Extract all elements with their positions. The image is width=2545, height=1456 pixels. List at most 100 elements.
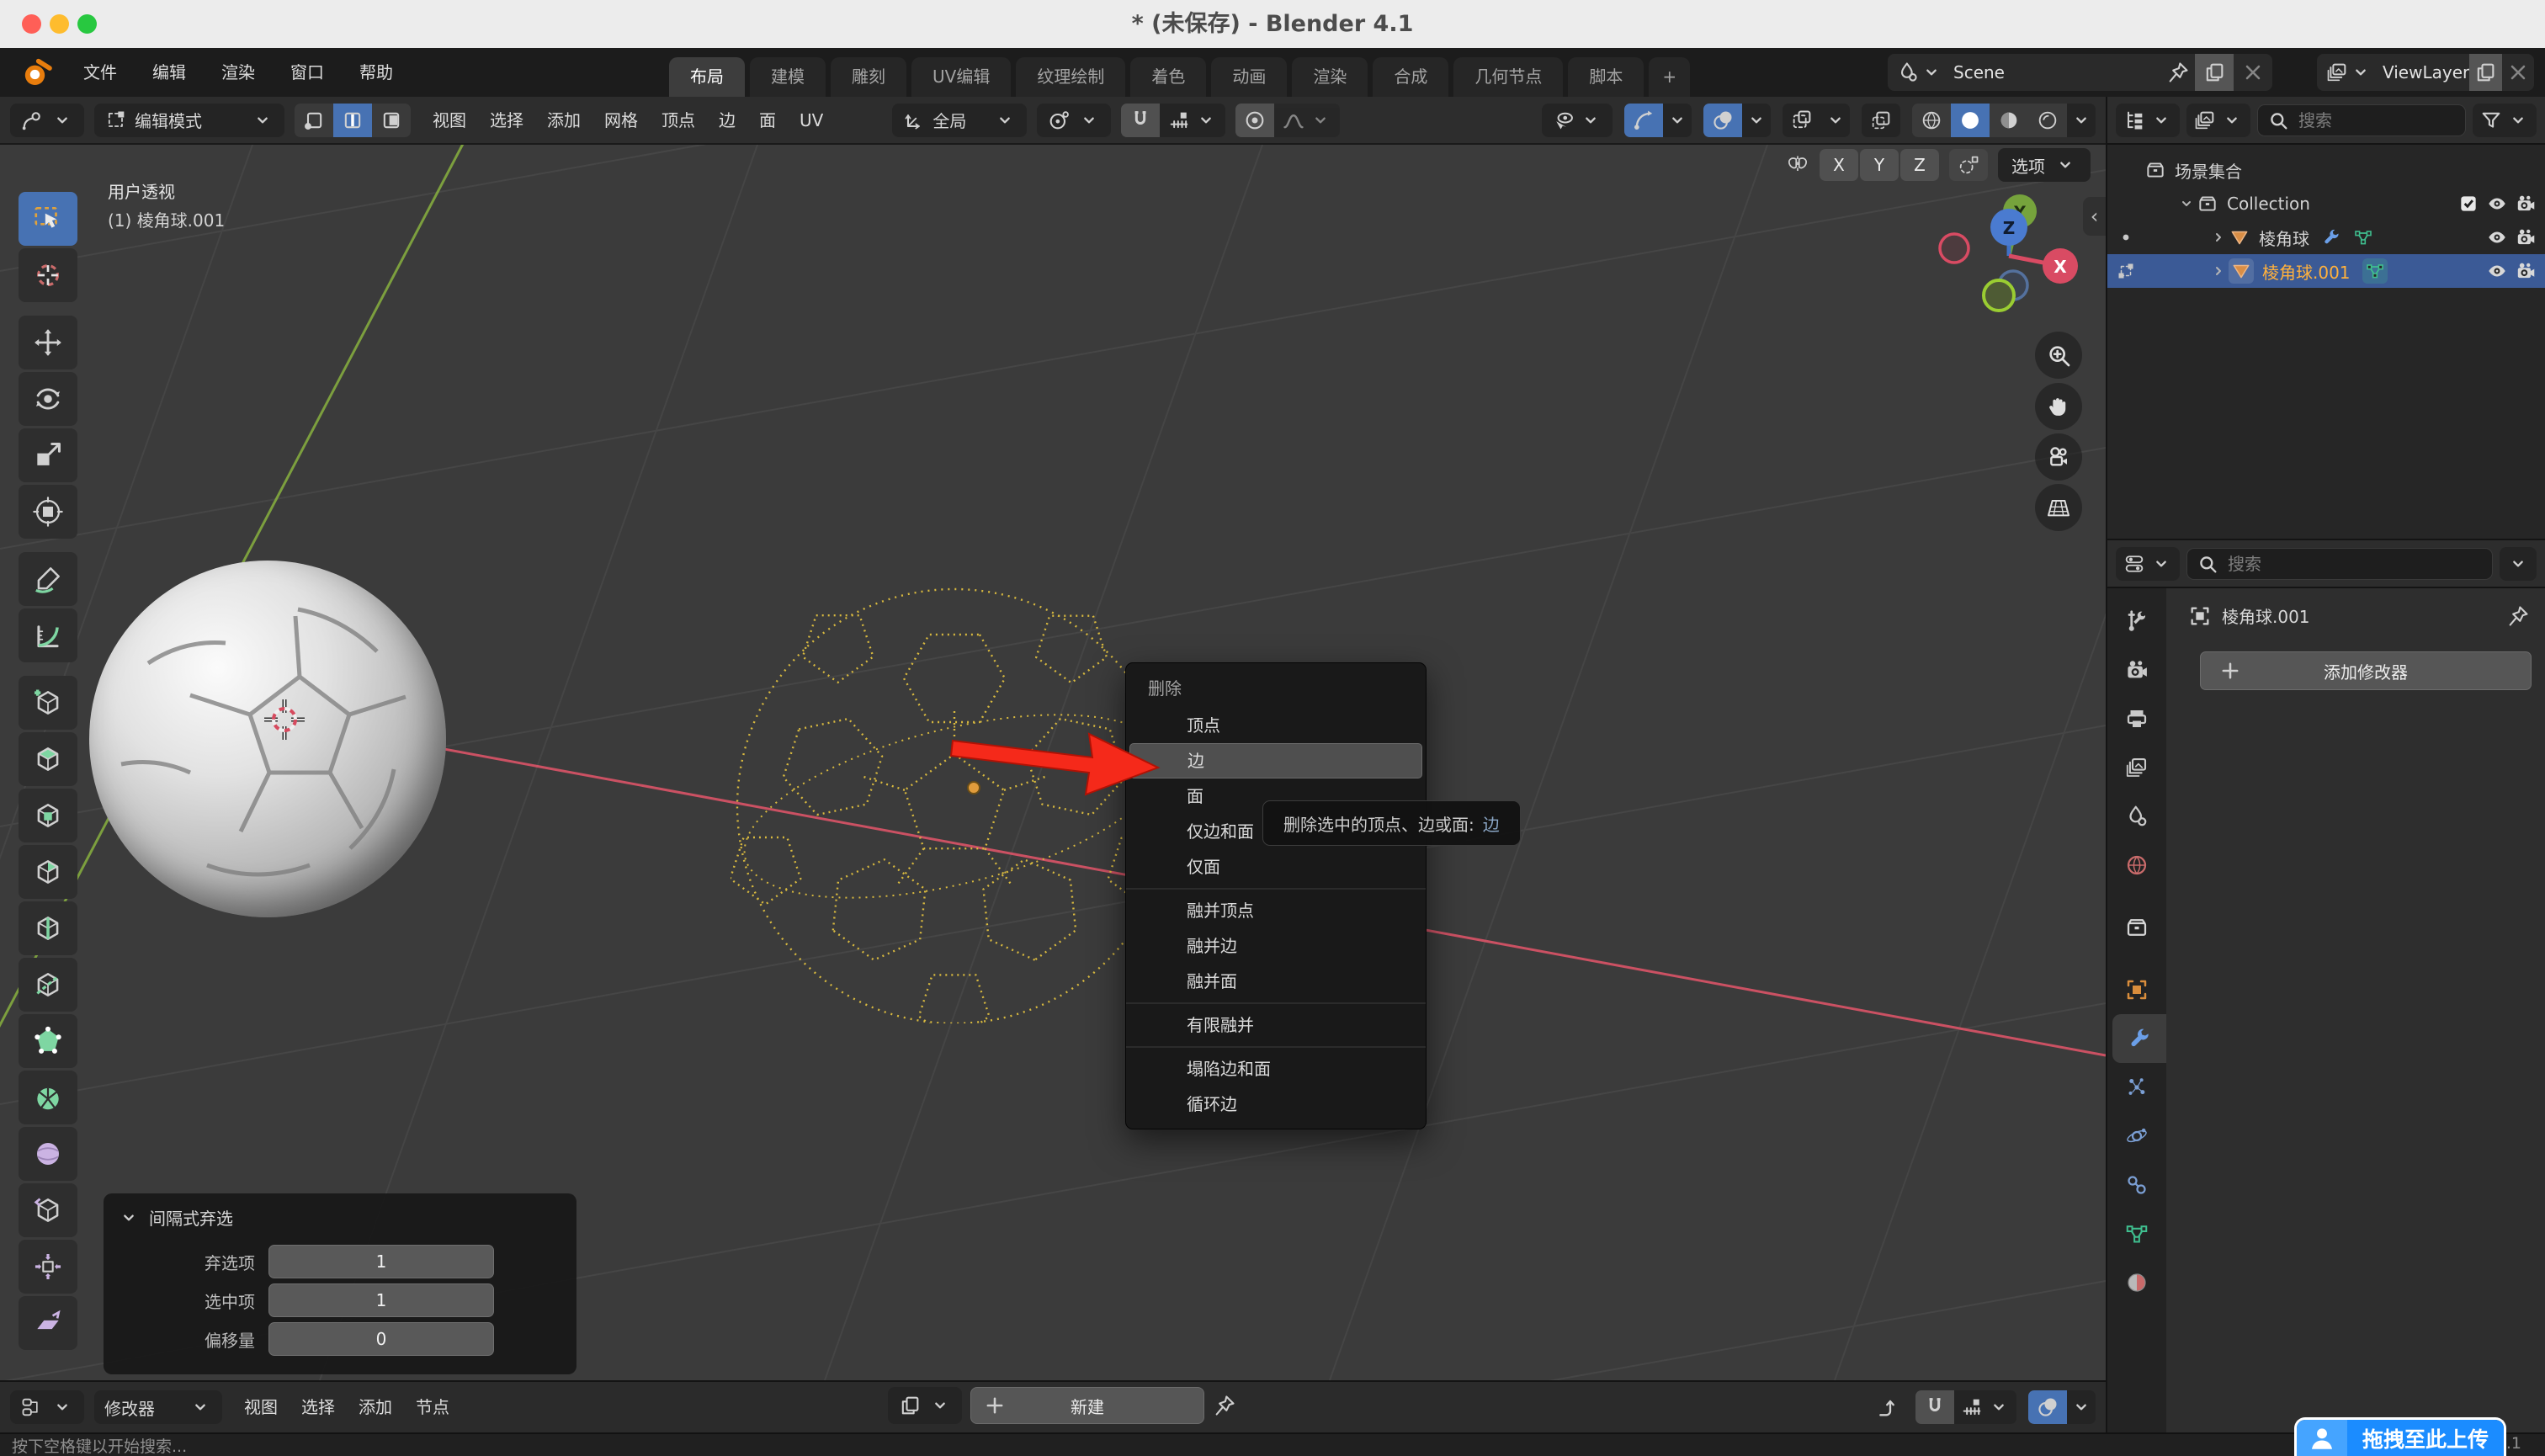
eye-icon[interactable] — [2486, 193, 2508, 215]
parent-up-button[interactable] — [1865, 1390, 1904, 1424]
mirror-axis-z-button[interactable]: Z — [1900, 149, 1939, 181]
wrench-icon[interactable] — [2321, 227, 2341, 247]
zoom-button[interactable] — [2035, 332, 2082, 379]
properties-tab-constraints[interactable] — [2107, 1161, 2166, 1209]
properties-options-dropdown[interactable] — [2500, 547, 2537, 581]
sidebar-collapse-arrow[interactable]: ‹ — [2083, 197, 2106, 236]
scene-selector[interactable]: Scene — [1888, 54, 2272, 91]
workspace-tab-7[interactable]: 渲染 — [1292, 57, 1368, 97]
delete-menu-item-1-0[interactable]: 融并顶点 — [1126, 893, 1426, 928]
gizmo-dropdown[interactable] — [1663, 104, 1692, 137]
workspace-tab-0[interactable]: 布局 — [669, 57, 745, 97]
node-menu-2[interactable]: 添加 — [347, 1390, 404, 1424]
tool-cursor-3d-button[interactable] — [19, 248, 77, 302]
new-node-tree-button[interactable]: 新建 — [970, 1387, 1204, 1424]
3d-viewport[interactable]: 用户透视 (1) 棱角球.001 XYZ 选项 ‹ Y Z X — [0, 145, 2106, 1380]
viewport-menu-4[interactable]: 顶点 — [650, 104, 707, 137]
tool-select-box-button[interactable] — [19, 192, 77, 246]
editor-type-button[interactable] — [10, 104, 84, 137]
tool-bevel-button[interactable] — [19, 845, 77, 899]
properties-tab-particles[interactable] — [2107, 1063, 2166, 1112]
xray-dropdown[interactable] — [1821, 104, 1850, 137]
node-overlays-dropdown[interactable] — [2067, 1390, 2096, 1424]
eye-icon[interactable] — [2486, 260, 2508, 282]
node-menu-3[interactable]: 节点 — [404, 1390, 461, 1424]
node-overlays-toggle[interactable] — [2028, 1390, 2067, 1424]
remove-view-layer-button[interactable] — [2502, 54, 2534, 91]
outliner-row-3[interactable]: 棱角球.001 — [2107, 254, 2545, 288]
node-editor-type-button[interactable] — [10, 1390, 84, 1424]
proportional-edit-toggle[interactable] — [1235, 104, 1274, 137]
camera-view-button[interactable] — [2035, 433, 2082, 481]
delete-menu-item-2-0[interactable]: 有限融并 — [1126, 1007, 1426, 1043]
properties-tab-scene[interactable] — [2107, 792, 2166, 841]
tool-smooth-button[interactable] — [19, 1127, 77, 1181]
node-menu-0[interactable]: 视图 — [232, 1390, 290, 1424]
viewport-menu-0[interactable]: 视图 — [421, 104, 478, 137]
node-tree-type-dropdown[interactable]: 修改器 — [94, 1390, 222, 1424]
edge-select-mode-button[interactable] — [333, 104, 372, 137]
shading-solid-button[interactable] — [1951, 104, 1990, 137]
workspace-tab-10[interactable]: 脚本 — [1568, 57, 1644, 97]
operator-panel[interactable]: 间隔式弃选 弃选项1选中项1偏移量0 — [104, 1193, 576, 1374]
viewport-menu-3[interactable]: 网格 — [592, 104, 650, 137]
camera-icon[interactable] — [2515, 193, 2537, 215]
mirror-butterfly-icon[interactable] — [1786, 153, 1809, 177]
outliner-row-0[interactable]: 场景集合 — [2107, 153, 2545, 187]
upload-dropzone-button[interactable]: 拖拽至此上传 — [2294, 1417, 2506, 1456]
tool-knife-button[interactable] — [19, 958, 77, 1012]
unlink-scene-button[interactable] — [2234, 54, 2272, 91]
mesh-data-boxed-icon[interactable] — [2362, 258, 2388, 284]
overlays-dropdown[interactable] — [1742, 104, 1771, 137]
tool-inset-button[interactable] — [19, 789, 77, 842]
tool-scale-button[interactable] — [19, 428, 77, 482]
shading-rendered-button[interactable] — [2028, 104, 2067, 137]
viewport-menu-5[interactable]: 边 — [707, 104, 747, 137]
delete-menu-item-0-4[interactable]: 仅面 — [1126, 849, 1426, 885]
view-layer-selector[interactable]: ViewLayer — [2317, 54, 2534, 91]
viewport-menu-1[interactable]: 选择 — [478, 104, 535, 137]
tool-edge-slide-button[interactable] — [19, 1183, 77, 1237]
mesh-data-icon[interactable] — [2353, 227, 2373, 247]
camera-icon[interactable] — [2515, 226, 2537, 248]
outliner-row-1[interactable]: Collection — [2107, 187, 2545, 221]
topbar-menu-0[interactable]: 文件 — [66, 48, 135, 97]
outliner-row-2[interactable]: 棱角球 — [2107, 221, 2545, 254]
tool-measure-button[interactable] — [19, 608, 77, 662]
workspace-tab-1[interactable]: 建模 — [750, 57, 826, 97]
transform-orientation-dropdown[interactable]: 全局 — [892, 104, 1027, 137]
face-select-mode-button[interactable] — [372, 104, 411, 137]
snap-base-icon[interactable] — [1949, 149, 1988, 181]
properties-tab-object[interactable] — [2107, 965, 2166, 1014]
pin-icon[interactable] — [2506, 604, 2530, 628]
navigation-gizmo[interactable]: Y Z X — [1937, 189, 2080, 323]
workspace-tab-3[interactable]: UV编辑 — [911, 57, 1011, 97]
tool-add-cube-button[interactable] — [19, 676, 77, 730]
tool-extrude-button[interactable] — [19, 732, 77, 786]
visibility-dropdown[interactable] — [1542, 104, 1613, 137]
zoom-window-button[interactable] — [77, 14, 97, 34]
chevron-right-icon[interactable] — [2208, 261, 2229, 281]
shading-dropdown[interactable] — [2067, 104, 2096, 137]
workspace-tab-11[interactable]: + — [1649, 57, 1690, 97]
properties-editor-type-button[interactable] — [2116, 547, 2180, 581]
tool-shrink-fatten-button[interactable] — [19, 1240, 77, 1294]
mirror-axis-y-button[interactable]: Y — [1860, 149, 1899, 181]
topbar-menu-4[interactable]: 帮助 — [342, 48, 411, 97]
close-window-button[interactable] — [22, 14, 41, 34]
ortho-toggle-button[interactable] — [2035, 484, 2082, 531]
viewport-menu-6[interactable]: 面 — [747, 104, 788, 137]
new-view-layer-button[interactable] — [2469, 54, 2501, 91]
minimize-window-button[interactable] — [50, 14, 69, 34]
pivot-point-dropdown[interactable] — [1037, 104, 1111, 137]
snap-settings-dropdown[interactable] — [1160, 104, 1225, 137]
tool-annotate-button[interactable] — [19, 552, 77, 606]
topbar-menu-1[interactable]: 编辑 — [135, 48, 204, 97]
show-overlays-toggle[interactable] — [1703, 104, 1742, 137]
view-layer-name[interactable]: ViewLayer — [2372, 62, 2469, 82]
delete-menu-item-3-0[interactable]: 塌陷边和面 — [1126, 1051, 1426, 1087]
camera-icon[interactable] — [2515, 260, 2537, 282]
chevron-down-icon[interactable] — [117, 1206, 141, 1230]
mirror-axis-x-button[interactable]: X — [1820, 149, 1858, 181]
tool-shear-button[interactable] — [19, 1296, 77, 1350]
